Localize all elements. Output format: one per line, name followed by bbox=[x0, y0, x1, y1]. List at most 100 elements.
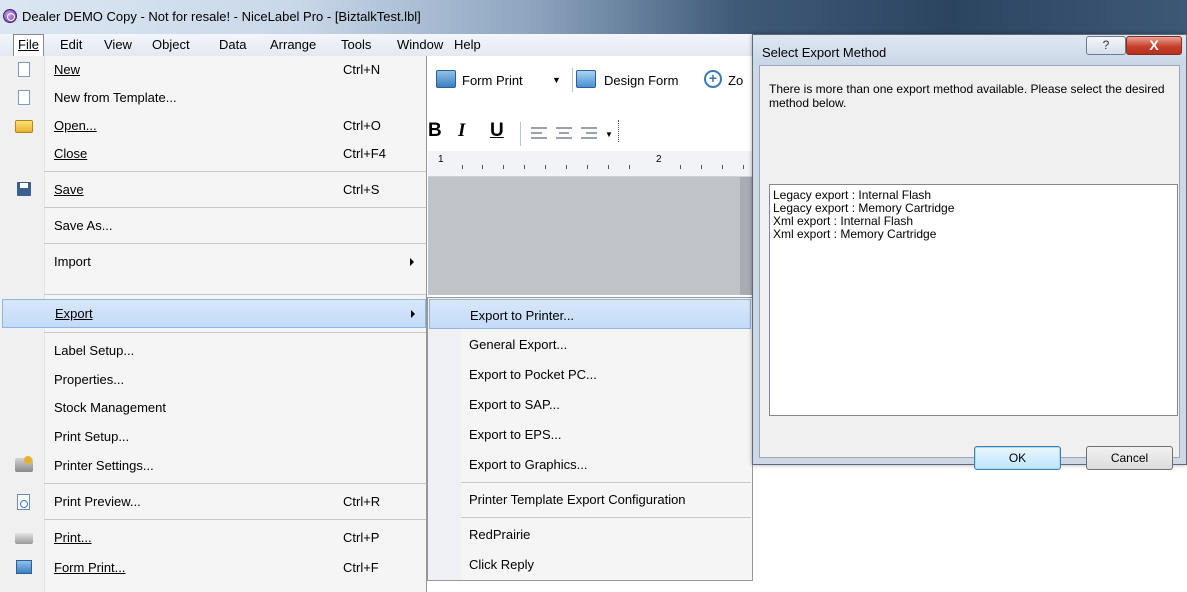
menu-edit[interactable]: Edit bbox=[56, 34, 86, 56]
align-right-icon[interactable] bbox=[581, 127, 597, 140]
ruler-tick bbox=[587, 165, 588, 169]
file-menu-print-preview[interactable]: Print Preview... Ctrl+R bbox=[0, 488, 426, 516]
window-titlebar: Dealer DEMO Copy - Not for resale! - Nic… bbox=[0, 0, 1187, 34]
export-to-pocket-pc-label: Export to Pocket PC... bbox=[469, 367, 597, 382]
file-menu-dropdown: New Ctrl+N New from Template... Open... … bbox=[0, 56, 427, 592]
file-menu-close-label: Close bbox=[54, 146, 88, 161]
form-print-button[interactable]: Form Print ▼ bbox=[432, 64, 568, 98]
export-to-eps[interactable]: Export to EPS... bbox=[429, 419, 751, 449]
design-form-icon bbox=[576, 70, 596, 88]
label-design-area[interactable] bbox=[428, 177, 754, 295]
italic-button[interactable]: I bbox=[458, 120, 465, 142]
shortcut-text: Ctrl+P bbox=[343, 530, 380, 545]
dialog-titlebar[interactable]: Select Export Method ? X bbox=[753, 35, 1186, 65]
file-menu-new[interactable]: New Ctrl+N bbox=[0, 56, 426, 84]
menu-object[interactable]: Object bbox=[148, 34, 194, 56]
file-menu-form-print[interactable]: Form Print... Ctrl+F bbox=[0, 554, 426, 582]
file-menu-properties-label: Properties... bbox=[54, 372, 125, 387]
dialog-message: There is more than one export method ava… bbox=[769, 82, 1165, 110]
template-icon bbox=[18, 90, 30, 105]
export-to-pocket-pc[interactable]: Export to Pocket PC... bbox=[429, 359, 751, 389]
font-size-input[interactable] bbox=[626, 120, 754, 142]
export-redprairie[interactable]: RedPrairie bbox=[429, 519, 751, 549]
export-submenu: Export to Printer... General Export... E… bbox=[427, 297, 753, 581]
ruler-tick bbox=[701, 165, 702, 169]
toolbar-separator bbox=[520, 122, 521, 146]
export-click-reply[interactable]: Click Reply bbox=[429, 549, 751, 579]
list-item[interactable]: Xml export : Memory Cartridge bbox=[773, 228, 1174, 241]
file-menu-stock-management[interactable]: Stock Management bbox=[0, 394, 426, 422]
file-menu-save[interactable]: Save Ctrl+S bbox=[0, 176, 426, 204]
export-method-list[interactable]: Legacy export : Internal Flash Legacy ex… bbox=[769, 184, 1178, 416]
ruler-tick bbox=[566, 165, 567, 169]
file-menu-printer-settings[interactable]: Printer Settings... bbox=[0, 452, 426, 480]
file-menu-new-from-template[interactable]: New from Template... bbox=[0, 84, 426, 112]
shortcut-text: Ctrl+F4 bbox=[343, 146, 386, 161]
menu-edit-label: Edit bbox=[60, 37, 83, 52]
menu-tools[interactable]: Tools bbox=[337, 34, 375, 56]
export-to-printer-label: Export to Printer... bbox=[470, 308, 575, 323]
file-menu-save-label: Save bbox=[54, 182, 84, 197]
menu-tools-label: Tools bbox=[341, 37, 372, 52]
ruler-tick bbox=[722, 165, 723, 169]
general-export-label: General Export... bbox=[469, 337, 568, 352]
new-document-icon bbox=[18, 62, 30, 77]
window-title: Dealer DEMO Copy - Not for resale! - Nic… bbox=[22, 9, 421, 24]
file-menu-print[interactable]: Print... Ctrl+P bbox=[0, 524, 426, 552]
shortcut-text: Ctrl+S bbox=[343, 182, 380, 197]
help-button[interactable]: ? bbox=[1086, 36, 1126, 55]
file-menu-open[interactable]: Open... Ctrl+O bbox=[0, 112, 426, 140]
underline-button[interactable]: U bbox=[490, 120, 504, 142]
menu-file-label: File bbox=[18, 37, 39, 52]
menu-separator bbox=[44, 171, 426, 172]
menu-data-label: Data bbox=[219, 37, 247, 52]
nicelabel-app-icon[interactable] bbox=[3, 9, 17, 23]
file-menu-label-setup[interactable]: Label Setup... bbox=[0, 337, 426, 365]
bold-button[interactable]: B bbox=[428, 120, 442, 142]
zoom-button[interactable]: + Zo bbox=[704, 64, 758, 98]
file-menu-properties[interactable]: Properties... bbox=[0, 366, 426, 394]
submenu-arrow-icon bbox=[410, 258, 414, 266]
chevron-down-icon[interactable]: ▼ bbox=[605, 130, 613, 139]
ok-button[interactable]: OK bbox=[974, 446, 1061, 470]
export-to-sap[interactable]: Export to SAP... bbox=[429, 389, 751, 419]
menu-help[interactable]: Help bbox=[450, 34, 485, 56]
shortcut-text: Ctrl+O bbox=[343, 118, 381, 133]
printer-template-export-configuration[interactable]: Printer Template Export Configuration bbox=[429, 484, 751, 514]
menu-view[interactable]: View bbox=[100, 34, 136, 56]
file-menu-save-as-label: Save As... bbox=[54, 218, 113, 233]
print-preview-icon bbox=[17, 494, 30, 510]
file-menu-printer-settings-label: Printer Settings... bbox=[54, 458, 154, 473]
menu-data[interactable]: Data bbox=[215, 34, 250, 56]
zoom-label: Zo bbox=[728, 73, 744, 88]
export-to-graphics[interactable]: Export to Graphics... bbox=[429, 449, 751, 479]
file-menu-print-setup[interactable]: Print Setup... bbox=[0, 423, 426, 451]
file-menu-close[interactable]: Close Ctrl+F4 bbox=[0, 140, 426, 168]
save-disk-icon bbox=[17, 182, 31, 196]
ruler-tick bbox=[743, 165, 744, 169]
file-menu-import[interactable]: Import bbox=[0, 248, 426, 276]
file-menu-print-preview-label: Print Preview... bbox=[54, 494, 141, 509]
dialog-title: Select Export Method bbox=[762, 45, 887, 60]
export-to-eps-label: Export to EPS... bbox=[469, 427, 562, 442]
form-print-icon bbox=[436, 70, 456, 88]
menu-arrange[interactable]: Arrange bbox=[266, 34, 320, 56]
menu-window[interactable]: Window bbox=[393, 34, 447, 56]
menu-window-label: Window bbox=[397, 37, 444, 52]
align-center-icon[interactable] bbox=[556, 127, 572, 140]
ruler-tick bbox=[608, 165, 609, 169]
submenu-arrow-icon bbox=[411, 310, 415, 318]
close-button[interactable]: X bbox=[1126, 36, 1182, 55]
align-left-icon[interactable] bbox=[531, 127, 547, 140]
menu-separator bbox=[44, 483, 426, 484]
ruler-mark: 2 bbox=[656, 154, 662, 165]
cancel-button[interactable]: Cancel bbox=[1086, 446, 1173, 470]
file-menu-save-as[interactable]: Save As... bbox=[0, 212, 426, 240]
general-export[interactable]: General Export... bbox=[429, 329, 751, 359]
file-menu-export[interactable]: Export bbox=[2, 299, 426, 328]
export-to-printer[interactable]: Export to Printer... bbox=[429, 299, 751, 329]
design-form-button[interactable]: Design Form bbox=[576, 64, 698, 98]
menu-file[interactable]: File bbox=[13, 34, 44, 57]
export-to-sap-label: Export to SAP... bbox=[469, 397, 560, 412]
shortcut-text: Ctrl+R bbox=[343, 494, 381, 509]
